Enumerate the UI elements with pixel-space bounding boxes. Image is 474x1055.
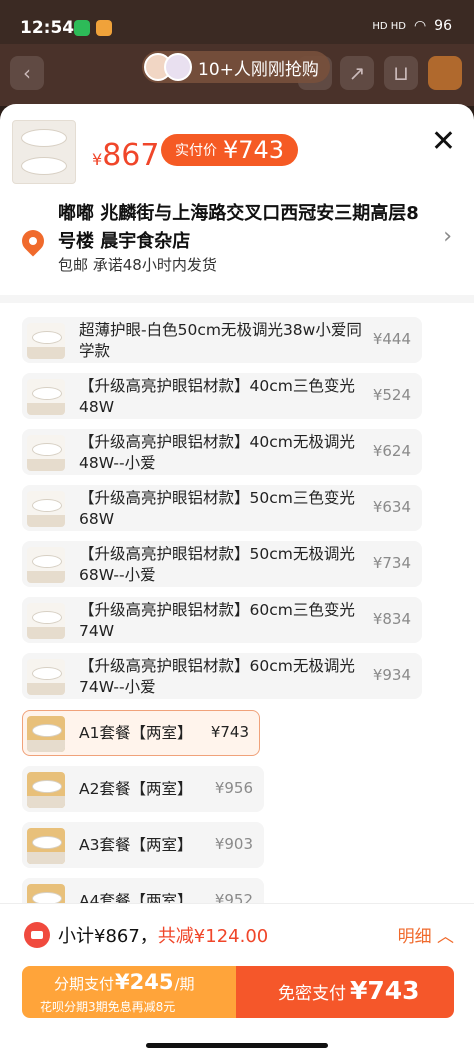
wifi-icon: ◠	[413, 18, 427, 34]
coupon-icon	[24, 922, 50, 948]
signal-icon: HD HD	[372, 20, 406, 32]
sku-option[interactable]: A2套餐【两室】 ¥956	[22, 766, 264, 812]
sku-price: ¥634	[372, 498, 411, 516]
cart-icon[interactable]: ⊔	[384, 56, 418, 90]
sku-name: 【升级高亮护眼铝材款】50cm三色变光68W	[79, 489, 355, 528]
sku-name: 超薄护眼-白色50cm无极调光38w小爱同学款	[79, 321, 362, 360]
direct-pay-text: 免密支付 ¥743	[278, 976, 420, 1005]
sku-name: 【升级高亮护眼铝材款】60cm无极调光74W--小爱	[79, 657, 355, 696]
installment-text: 分期支付¥245/期	[54, 970, 195, 994]
footer-divider	[0, 903, 474, 904]
app-notification-icon	[96, 20, 112, 36]
sku-option[interactable]: 【升级高亮护眼铝材款】50cm无极调光68W--小爱 ¥734	[22, 541, 422, 587]
location-pin-icon	[17, 225, 49, 257]
shop-avatar[interactable]	[428, 56, 462, 90]
sku-name: 【升级高亮护眼铝材款】60cm三色变光74W	[79, 601, 355, 640]
sku-name: 【升级高亮护眼铝材款】40cm无极调光48W--小爱	[79, 433, 355, 472]
subtotal: 小计¥867，共减¥124.00	[58, 922, 268, 948]
sku-thumbnail	[27, 435, 65, 471]
sku-name: 【升级高亮护眼铝材款】40cm三色变光48W	[79, 377, 355, 416]
product-thumbnail[interactable]	[12, 120, 76, 184]
close-icon[interactable]: ✕	[431, 124, 456, 159]
shipping-info: 包邮 承诺48小时内发货	[58, 256, 217, 274]
sku-thumbnail	[27, 772, 65, 808]
sku-price: ¥934	[372, 666, 411, 684]
sku-thumbnail	[27, 659, 65, 695]
sku-price: ¥444	[372, 330, 411, 348]
sku-price: ¥743	[210, 723, 249, 741]
lamp-image	[21, 157, 67, 175]
sku-option[interactable]: 【升级高亮护眼铝材款】50cm三色变光68W ¥634	[22, 485, 422, 531]
direct-pay-button[interactable]: 免密支付 ¥743	[236, 966, 454, 1018]
detail-toggle[interactable]: 明细 ︿	[398, 922, 454, 947]
installment-note: 花呗分期3期免息再减8元	[40, 1000, 176, 1014]
sku-option[interactable]: 【升级高亮护眼铝材款】60cm无极调光74W--小爱 ¥934	[22, 653, 422, 699]
chevron-right-icon[interactable]: ›	[443, 224, 452, 249]
sku-selector-sheet: ¥867 实付价 ¥743 ✕ 嘟嘟 兆麟街与上海路交叉口西冠安三期高层8 号楼…	[0, 104, 474, 1055]
sku-thumbnail	[27, 547, 65, 583]
sku-price: ¥524	[372, 386, 411, 404]
installment-pay-button[interactable]: 分期支付¥245/期 花呗分期3期免息再减8元	[22, 966, 236, 1018]
actual-price-badge: 实付价 ¥743	[161, 134, 299, 166]
actual-price-label: 实付价	[175, 143, 217, 159]
home-indicator	[146, 1043, 328, 1048]
recent-buyers-text: 10+人刚刚抢购	[198, 59, 319, 80]
status-right: HD HD ◠ 96	[372, 18, 452, 34]
share-icon[interactable]: ↗	[340, 56, 374, 90]
sku-price: ¥624	[372, 442, 411, 460]
sku-price: ¥956	[214, 779, 253, 797]
sku-price: ¥734	[372, 554, 411, 572]
sku-option[interactable]: A3套餐【两室】 ¥903	[22, 822, 264, 868]
discount-amount: 共减¥124.00	[157, 926, 269, 947]
sku-thumbnail	[27, 379, 65, 415]
sku-option-selected[interactable]: A1套餐【两室】 ¥743	[22, 710, 260, 756]
sku-thumbnail	[27, 491, 65, 527]
sku-option[interactable]: 【升级高亮护眼铝材款】40cm无极调光48W--小爱 ¥624	[22, 429, 422, 475]
sku-thumbnail	[27, 828, 65, 864]
recent-buyers-pill: 10+人刚刚抢购	[142, 51, 330, 83]
buyer-avatar	[164, 53, 192, 81]
sku-price: ¥903	[214, 835, 253, 853]
subtotal-amount: 小计¥867，	[58, 926, 158, 947]
wechat-icon	[74, 20, 90, 36]
section-divider	[0, 295, 474, 303]
sku-option[interactable]: 【升级高亮护眼铝材款】40cm三色变光48W ¥524	[22, 373, 422, 419]
sku-thumbnail	[27, 323, 65, 359]
sku-option[interactable]: 超薄护眼-白色50cm无极调光38w小爱同学款 ¥444	[22, 317, 422, 363]
sku-name: 【升级高亮护眼铝材款】50cm无极调光68W--小爱	[79, 545, 355, 584]
sku-option[interactable]: 【升级高亮护眼铝材款】60cm三色变光74W ¥834	[22, 597, 422, 643]
battery-level: 96	[434, 18, 452, 34]
lamp-image	[21, 129, 67, 147]
sku-price: ¥834	[372, 610, 411, 628]
back-icon[interactable]: ‹	[10, 56, 44, 90]
pay-bar: 分期支付¥245/期 花呗分期3期免息再减8元 免密支付 ¥743	[22, 966, 454, 1018]
sku-thumbnail	[27, 716, 65, 752]
sku-thumbnail	[27, 603, 65, 639]
original-price: ¥867	[92, 138, 160, 173]
status-time: 12:54	[20, 18, 75, 38]
actual-price-value: ¥743	[223, 136, 285, 164]
delivery-address[interactable]: 嘟嘟 兆麟街与上海路交叉口西冠安三期高层8 号楼 晨宇食杂店	[58, 200, 430, 256]
